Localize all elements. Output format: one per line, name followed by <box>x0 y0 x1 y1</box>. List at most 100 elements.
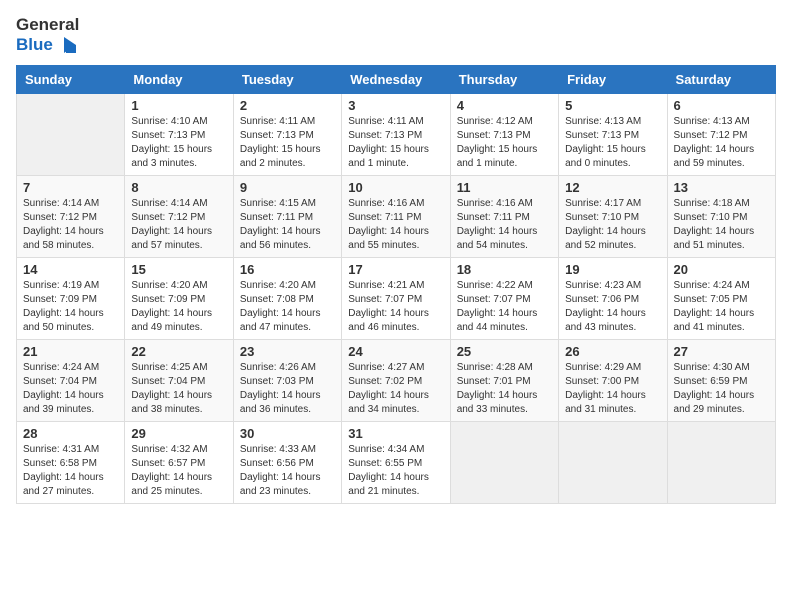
day-number: 17 <box>348 262 443 277</box>
day-header-monday: Monday <box>125 65 233 93</box>
cell-details: Sunrise: 4:16 AMSunset: 7:11 PMDaylight:… <box>348 197 443 253</box>
day-number: 1 <box>131 98 226 113</box>
cell-details: Sunrise: 4:22 AMSunset: 7:07 PMDaylight:… <box>457 279 552 335</box>
cell-details: Sunrise: 4:16 AMSunset: 7:11 PMDaylight:… <box>457 197 552 253</box>
calendar-table: SundayMondayTuesdayWednesdayThursdayFrid… <box>16 65 776 504</box>
cell-details: Sunrise: 4:21 AMSunset: 7:07 PMDaylight:… <box>348 279 443 335</box>
calendar-cell <box>667 421 775 503</box>
day-number: 13 <box>674 180 769 195</box>
cell-details: Sunrise: 4:11 AMSunset: 7:13 PMDaylight:… <box>240 115 335 171</box>
cell-details: Sunrise: 4:12 AMSunset: 7:13 PMDaylight:… <box>457 115 552 171</box>
cell-details: Sunrise: 4:10 AMSunset: 7:13 PMDaylight:… <box>131 115 226 171</box>
cell-details: Sunrise: 4:18 AMSunset: 7:10 PMDaylight:… <box>674 197 769 253</box>
cell-details: Sunrise: 4:13 AMSunset: 7:12 PMDaylight:… <box>674 115 769 171</box>
calendar-cell: 6 Sunrise: 4:13 AMSunset: 7:12 PMDaylight… <box>667 93 775 175</box>
day-number: 8 <box>131 180 226 195</box>
calendar-cell: 29Sunrise: 4:32 AMSunset: 6:57 PMDayligh… <box>125 421 233 503</box>
cell-details: Sunrise: 4:11 AMSunset: 7:13 PMDaylight:… <box>348 115 443 171</box>
calendar-cell: 22Sunrise: 4:25 AMSunset: 7:04 PMDayligh… <box>125 339 233 421</box>
day-header-friday: Friday <box>559 65 667 93</box>
week-row-4: 21 Sunrise: 4:24 AMSunset: 7:04 PMDayligh… <box>17 339 776 421</box>
page-header: General Blue <box>16 16 776 57</box>
calendar-cell: 19 Sunrise: 4:23 AMSunset: 7:06 PMDayligh… <box>559 257 667 339</box>
cell-details: Sunrise: 4:24 AMSunset: 7:05 PMDaylight:… <box>674 279 769 335</box>
calendar-cell: 4Sunrise: 4:12 AMSunset: 7:13 PMDaylight… <box>450 93 558 175</box>
logo: General Blue <box>16 16 79 57</box>
calendar-cell: 21 Sunrise: 4:24 AMSunset: 7:04 PMDayligh… <box>17 339 125 421</box>
day-number: 21 <box>23 344 118 359</box>
cell-details: Sunrise: 4:14 AMSunset: 7:12 PMDaylight:… <box>23 197 118 253</box>
calendar-cell: 20 Sunrise: 4:24 AMSunset: 7:05 PMDayligh… <box>667 257 775 339</box>
cell-details: Sunrise: 4:24 AMSunset: 7:04 PMDaylight:… <box>23 361 118 417</box>
calendar-cell: 1 Sunrise: 4:10 AMSunset: 7:13 PMDaylight… <box>125 93 233 175</box>
cell-details: Sunrise: 4:15 AMSunset: 7:11 PMDaylight:… <box>240 197 335 253</box>
week-row-2: 7Sunrise: 4:14 AMSunset: 7:12 PMDaylight… <box>17 175 776 257</box>
calendar-cell: 13 Sunrise: 4:18 AMSunset: 7:10 PMDayligh… <box>667 175 775 257</box>
calendar-cell: 16 Sunrise: 4:20 AMSunset: 7:08 PMDayligh… <box>233 257 341 339</box>
calendar-cell: 7Sunrise: 4:14 AMSunset: 7:12 PMDaylight… <box>17 175 125 257</box>
cell-details: Sunrise: 4:14 AMSunset: 7:12 PMDaylight:… <box>131 197 226 253</box>
cell-details: Sunrise: 4:23 AMSunset: 7:06 PMDaylight:… <box>565 279 660 335</box>
week-row-1: 1 Sunrise: 4:10 AMSunset: 7:13 PMDaylight… <box>17 93 776 175</box>
cell-details: Sunrise: 4:31 AMSunset: 6:58 PMDaylight:… <box>23 443 118 499</box>
header-row: SundayMondayTuesdayWednesdayThursdayFrid… <box>17 65 776 93</box>
day-number: 25 <box>457 344 552 359</box>
calendar-cell: 5 Sunrise: 4:13 AMSunset: 7:13 PMDaylight… <box>559 93 667 175</box>
calendar-cell: 11 Sunrise: 4:16 AMSunset: 7:11 PMDayligh… <box>450 175 558 257</box>
day-number: 27 <box>674 344 769 359</box>
calendar-cell: 28 Sunrise: 4:31 AMSunset: 6:58 PMDayligh… <box>17 421 125 503</box>
day-number: 2 <box>240 98 335 113</box>
day-number: 23 <box>240 344 335 359</box>
day-header-wednesday: Wednesday <box>342 65 450 93</box>
day-number: 19 <box>565 262 660 277</box>
day-number: 24 <box>348 344 443 359</box>
day-number: 15 <box>131 262 226 277</box>
logo-blue: Blue <box>16 36 53 55</box>
day-number: 9 <box>240 180 335 195</box>
day-number: 6 <box>674 98 769 113</box>
cell-details: Sunrise: 4:20 AMSunset: 7:08 PMDaylight:… <box>240 279 335 335</box>
cell-details: Sunrise: 4:32 AMSunset: 6:57 PMDaylight:… <box>131 443 226 499</box>
day-number: 12 <box>565 180 660 195</box>
calendar-cell: 24 Sunrise: 4:27 AMSunset: 7:02 PMDayligh… <box>342 339 450 421</box>
cell-details: Sunrise: 4:33 AMSunset: 6:56 PMDaylight:… <box>240 443 335 499</box>
day-number: 5 <box>565 98 660 113</box>
calendar-cell: 3 Sunrise: 4:11 AMSunset: 7:13 PMDaylight… <box>342 93 450 175</box>
calendar-cell <box>17 93 125 175</box>
cell-details: Sunrise: 4:27 AMSunset: 7:02 PMDaylight:… <box>348 361 443 417</box>
day-number: 16 <box>240 262 335 277</box>
day-number: 30 <box>240 426 335 441</box>
cell-details: Sunrise: 4:25 AMSunset: 7:04 PMDaylight:… <box>131 361 226 417</box>
day-header-thursday: Thursday <box>450 65 558 93</box>
calendar-cell: 15 Sunrise: 4:20 AMSunset: 7:09 PMDayligh… <box>125 257 233 339</box>
day-number: 3 <box>348 98 443 113</box>
day-header-saturday: Saturday <box>667 65 775 93</box>
day-number: 28 <box>23 426 118 441</box>
week-row-5: 28 Sunrise: 4:31 AMSunset: 6:58 PMDayligh… <box>17 421 776 503</box>
calendar-cell: 30 Sunrise: 4:33 AMSunset: 6:56 PMDayligh… <box>233 421 341 503</box>
calendar-cell: 31Sunrise: 4:34 AMSunset: 6:55 PMDayligh… <box>342 421 450 503</box>
day-header-tuesday: Tuesday <box>233 65 341 93</box>
cell-details: Sunrise: 4:17 AMSunset: 7:10 PMDaylight:… <box>565 197 660 253</box>
cell-details: Sunrise: 4:26 AMSunset: 7:03 PMDaylight:… <box>240 361 335 417</box>
cell-details: Sunrise: 4:19 AMSunset: 7:09 PMDaylight:… <box>23 279 118 335</box>
cell-details: Sunrise: 4:20 AMSunset: 7:09 PMDaylight:… <box>131 279 226 335</box>
calendar-cell <box>450 421 558 503</box>
day-header-sunday: Sunday <box>17 65 125 93</box>
logo-wordmark: General Blue <box>16 16 79 57</box>
calendar-cell: 26Sunrise: 4:29 AMSunset: 7:00 PMDayligh… <box>559 339 667 421</box>
day-number: 10 <box>348 180 443 195</box>
cell-details: Sunrise: 4:34 AMSunset: 6:55 PMDaylight:… <box>348 443 443 499</box>
day-number: 20 <box>674 262 769 277</box>
cell-details: Sunrise: 4:13 AMSunset: 7:13 PMDaylight:… <box>565 115 660 171</box>
calendar-cell: 9 Sunrise: 4:15 AMSunset: 7:11 PMDaylight… <box>233 175 341 257</box>
cell-details: Sunrise: 4:30 AMSunset: 6:59 PMDaylight:… <box>674 361 769 417</box>
cell-details: Sunrise: 4:28 AMSunset: 7:01 PMDaylight:… <box>457 361 552 417</box>
calendar-cell: 12 Sunrise: 4:17 AMSunset: 7:10 PMDayligh… <box>559 175 667 257</box>
calendar-cell: 25 Sunrise: 4:28 AMSunset: 7:01 PMDayligh… <box>450 339 558 421</box>
calendar-cell: 23 Sunrise: 4:26 AMSunset: 7:03 PMDayligh… <box>233 339 341 421</box>
week-row-3: 14Sunrise: 4:19 AMSunset: 7:09 PMDayligh… <box>17 257 776 339</box>
calendar-cell: 14Sunrise: 4:19 AMSunset: 7:09 PMDayligh… <box>17 257 125 339</box>
calendar-cell: 2 Sunrise: 4:11 AMSunset: 7:13 PMDaylight… <box>233 93 341 175</box>
day-number: 11 <box>457 180 552 195</box>
